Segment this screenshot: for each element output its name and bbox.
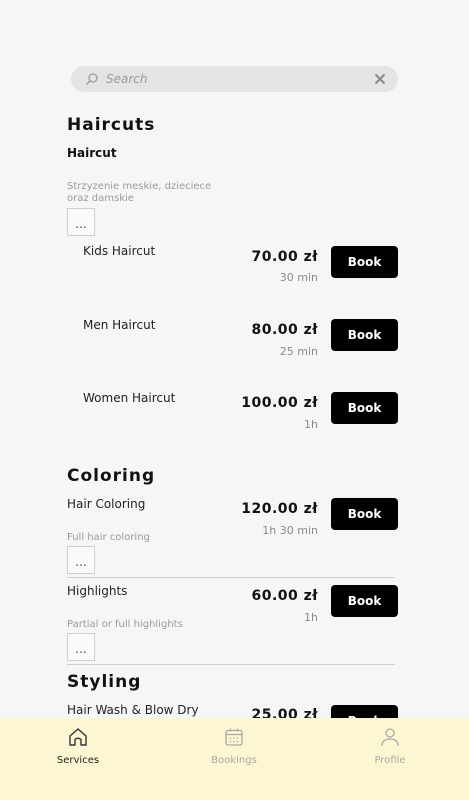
more-button[interactable]: ... bbox=[67, 208, 95, 236]
book-button-wash-blow-dry[interactable]: Book bbox=[331, 705, 398, 718]
service-name: Kids Haircut bbox=[83, 244, 156, 258]
service-name: Women Haircut bbox=[83, 391, 176, 405]
divider bbox=[67, 577, 395, 578]
service-price: 60.00 zł bbox=[251, 588, 318, 604]
service-duration: 30 min bbox=[279, 271, 318, 284]
service-price: 100.00 zł bbox=[241, 395, 318, 411]
book-button-men-haircut[interactable]: Book bbox=[331, 319, 398, 351]
tab-services[interactable]: Services bbox=[18, 718, 138, 800]
book-button-kids-haircut[interactable]: Book bbox=[331, 246, 398, 278]
search-bar[interactable] bbox=[71, 66, 398, 92]
calendar-icon bbox=[225, 728, 243, 746]
section-title-coloring: Coloring bbox=[67, 466, 156, 486]
tab-profile[interactable]: Profile bbox=[330, 718, 450, 800]
tab-label: Services bbox=[56, 755, 100, 766]
section-title-haircuts: Haircuts bbox=[67, 115, 156, 135]
group-title: Haircut bbox=[67, 146, 117, 160]
book-button-highlights[interactable]: Book bbox=[331, 585, 398, 617]
book-button-women-haircut[interactable]: Book bbox=[331, 392, 398, 424]
service-duration: 25 min bbox=[279, 345, 318, 358]
service-name: Hair Coloring bbox=[67, 497, 146, 511]
service-name: Highlights bbox=[67, 584, 128, 598]
service-price: 25.00 zł bbox=[251, 707, 318, 718]
home-icon bbox=[69, 728, 87, 746]
service-description: Full hair coloring bbox=[67, 532, 150, 543]
services-list[interactable]: Haircuts Haircut Strzyzenie meskie, dzie… bbox=[0, 0, 469, 718]
search-icon bbox=[86, 73, 98, 85]
service-price: 80.00 zł bbox=[251, 322, 318, 338]
group-description: Strzyzenie meskie, dzieciece oraz damski… bbox=[67, 181, 212, 204]
service-price: 120.00 zł bbox=[241, 501, 318, 517]
more-button[interactable]: ... bbox=[67, 546, 95, 574]
service-description: Partial or full highlights bbox=[67, 619, 183, 630]
bottom-tab-bar: Services Bookings Profile bbox=[0, 718, 469, 800]
search-input[interactable] bbox=[106, 69, 356, 89]
service-name: Men Haircut bbox=[83, 318, 156, 332]
user-icon bbox=[381, 728, 399, 747]
service-duration: 1h bbox=[304, 611, 318, 624]
service-duration: 1h bbox=[304, 418, 318, 431]
tab-label: Profile bbox=[374, 755, 406, 766]
divider bbox=[67, 664, 395, 665]
service-duration: 1h 30 min bbox=[262, 524, 318, 537]
section-title-styling: Styling bbox=[67, 672, 142, 692]
service-price: 70.00 zł bbox=[251, 249, 318, 265]
tab-bookings[interactable]: Bookings bbox=[174, 718, 294, 800]
more-button[interactable]: ... bbox=[67, 633, 95, 661]
close-icon[interactable] bbox=[374, 73, 386, 85]
tab-label: Bookings bbox=[211, 755, 257, 766]
service-name: Hair Wash & Blow Dry bbox=[67, 703, 199, 717]
book-button-hair-coloring[interactable]: Book bbox=[331, 498, 398, 530]
